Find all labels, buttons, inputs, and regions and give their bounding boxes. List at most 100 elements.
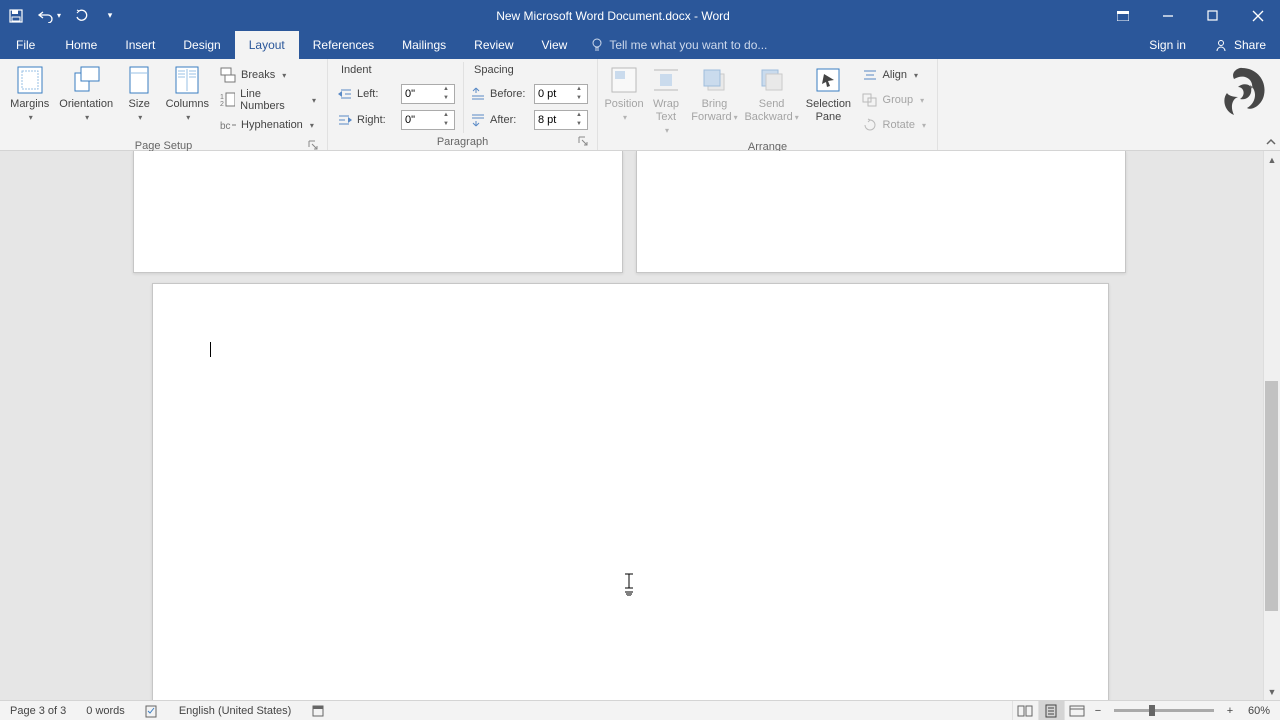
selection-pane-icon [812,64,844,96]
size-button[interactable]: Size▾ [118,62,161,126]
bring-forward-button: Bring Forward▾ [687,62,742,126]
svg-text:1: 1 [220,94,224,101]
rotate-label: Rotate [883,119,915,131]
line-numbers-icon: 12 [220,92,235,108]
orientation-label: Orientation [59,98,113,110]
macro-button[interactable] [301,704,335,718]
vertical-scrollbar[interactable]: ▲ ▼ [1263,151,1280,700]
line-numbers-button[interactable]: 12 Line Numbers▾ [218,89,318,111]
spinner-up[interactable]: ▲ [574,111,584,120]
ribbon-display-options[interactable] [1100,0,1145,31]
send-backward-button: Send Backward▾ [742,62,801,126]
tell-me-search[interactable]: Tell me what you want to do... [581,31,1135,59]
language-indicator[interactable]: English (United States) [169,705,302,717]
tab-home[interactable]: Home [51,31,111,59]
orientation-button[interactable]: Orientation▾ [54,62,117,126]
breaks-icon [220,67,236,83]
tab-view[interactable]: View [528,31,582,59]
tab-review[interactable]: Review [460,31,527,59]
scroll-up-button[interactable]: ▲ [1264,151,1280,168]
tab-file[interactable]: File [0,31,51,59]
document-canvas[interactable] [0,151,1280,700]
paragraph-launcher[interactable] [578,136,590,148]
indent-left-label: Left: [357,88,397,100]
rotate-icon [862,118,878,132]
zoom-level[interactable]: 60% [1238,705,1280,717]
rotate-button[interactable]: Rotate▾ [860,114,928,136]
lightbulb-icon [591,38,603,52]
zoom-slider[interactable] [1114,709,1214,712]
spinner-down[interactable]: ▼ [574,120,584,129]
read-mode-button[interactable] [1012,701,1038,720]
align-label: Align [883,69,907,81]
spinner-down[interactable]: ▼ [574,94,584,103]
position-label: Position [604,98,643,110]
svg-text:bc: bc [220,121,231,132]
paragraph-group-label: Paragraph [437,136,488,148]
zoom-out-button[interactable]: − [1090,705,1106,717]
close-button[interactable] [1235,0,1280,31]
spinner-down[interactable]: ▼ [441,120,451,129]
margins-label: Margins [10,98,49,110]
save-button[interactable] [6,6,26,26]
hyphenation-label: Hyphenation [241,119,303,131]
tab-design[interactable]: Design [169,31,234,59]
spinner-up[interactable]: ▲ [441,111,451,120]
hyphenation-button[interactable]: bc Hyphenation▾ [218,114,318,136]
wrap-text-label: Wrap Text [653,98,679,123]
spinner-up[interactable]: ▲ [441,85,451,94]
bring-forward-icon [698,64,730,96]
indent-left-icon [337,87,353,101]
position-icon [608,64,640,96]
signin-link[interactable]: Sign in [1135,31,1200,59]
size-icon [123,64,155,96]
maximize-button[interactable] [1190,0,1235,31]
text-cursor [210,342,211,357]
share-label: Share [1234,38,1266,52]
breaks-button[interactable]: Breaks▾ [218,64,318,86]
spacing-after-label: After: [490,114,530,126]
tab-insert[interactable]: Insert [111,31,169,59]
wrap-text-button: Wrap Text▾ [645,62,687,139]
tab-mailings[interactable]: Mailings [388,31,460,59]
indent-left-input[interactable]: ▲▼ [401,84,455,104]
wrap-text-icon [650,64,682,96]
spacing-after-icon [470,113,486,127]
zoom-in-button[interactable]: + [1222,705,1238,717]
indent-header: Indent [337,62,455,79]
margins-icon [14,64,46,96]
collapse-ribbon-button[interactable] [1265,136,1277,148]
send-backward-label: Send Backward [744,98,792,123]
undo-button[interactable]: ▾ [34,6,64,26]
share-button[interactable]: Share [1200,31,1280,59]
minimize-button[interactable] [1145,0,1190,31]
scroll-down-button[interactable]: ▼ [1264,683,1280,700]
send-backward-icon [756,64,788,96]
size-label: Size [129,98,150,110]
page-indicator[interactable]: Page 3 of 3 [0,705,76,717]
redo-button[interactable] [72,6,92,26]
spacing-after-input[interactable]: ▲▼ [534,110,588,130]
align-button[interactable]: Align▾ [860,64,928,86]
spinner-down[interactable]: ▼ [441,94,451,103]
web-layout-button[interactable] [1064,701,1090,720]
scroll-thumb[interactable] [1265,381,1278,611]
indent-right-input[interactable]: ▲▼ [401,110,455,130]
tab-references[interactable]: References [299,31,388,59]
group-icon [862,93,878,107]
spacing-before-input[interactable]: ▲▼ [534,84,588,104]
tab-layout[interactable]: Layout [235,31,299,59]
align-icon [862,68,878,82]
qat-customize[interactable]: ▾ [100,6,120,26]
group-button[interactable]: Group▾ [860,89,928,111]
indent-right-label: Right: [357,114,397,126]
print-layout-button[interactable] [1038,701,1064,720]
spinner-up[interactable]: ▲ [574,85,584,94]
selection-pane-button[interactable]: Selection Pane [801,62,855,126]
columns-button[interactable]: Columns▾ [161,62,215,126]
word-count[interactable]: 0 words [76,705,135,717]
page-3[interactable] [152,283,1109,700]
mouse-cursor-icon [623,572,635,596]
margins-button[interactable]: Margins▾ [5,62,54,126]
proofing-button[interactable] [135,704,169,718]
